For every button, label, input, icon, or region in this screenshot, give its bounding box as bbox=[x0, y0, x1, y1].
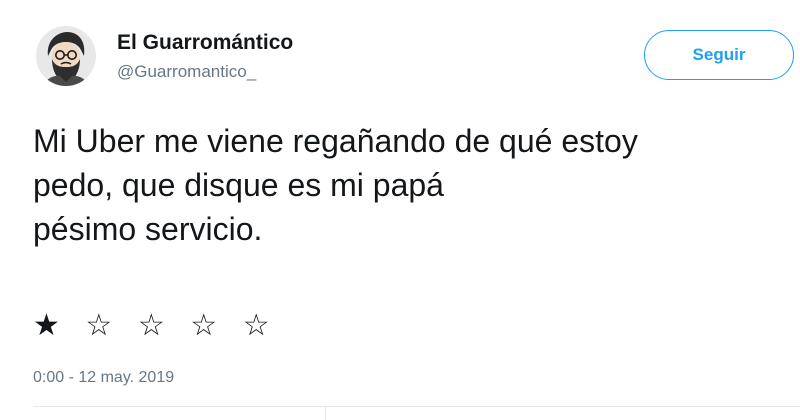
author-display-name[interactable]: El Guarromántico bbox=[117, 31, 293, 55]
author-avatar[interactable] bbox=[36, 26, 96, 86]
author-handle[interactable]: @Guarromantico_ bbox=[117, 62, 256, 82]
tweet-card: El Guarromántico @Guarromantico_ Seguir … bbox=[0, 0, 800, 420]
tweet-text-line: pésimo servicio. bbox=[33, 211, 263, 247]
divider bbox=[33, 406, 800, 407]
follow-button[interactable]: Seguir bbox=[644, 30, 794, 80]
bearded-man-avatar-icon bbox=[36, 26, 96, 86]
tweet-text: Mi Uber me viene regañando de qué estoy … bbox=[33, 119, 798, 251]
divider bbox=[325, 406, 326, 420]
star-rating: ★ ☆ ☆ ☆ ☆ bbox=[33, 308, 278, 343]
tweet-timestamp[interactable]: 0:00 - 12 may. 2019 bbox=[33, 369, 174, 387]
tweet-text-line: Mi Uber me viene regañando de qué estoy bbox=[33, 123, 638, 159]
tweet-text-line: pedo, que disque es mi papá bbox=[33, 167, 444, 203]
